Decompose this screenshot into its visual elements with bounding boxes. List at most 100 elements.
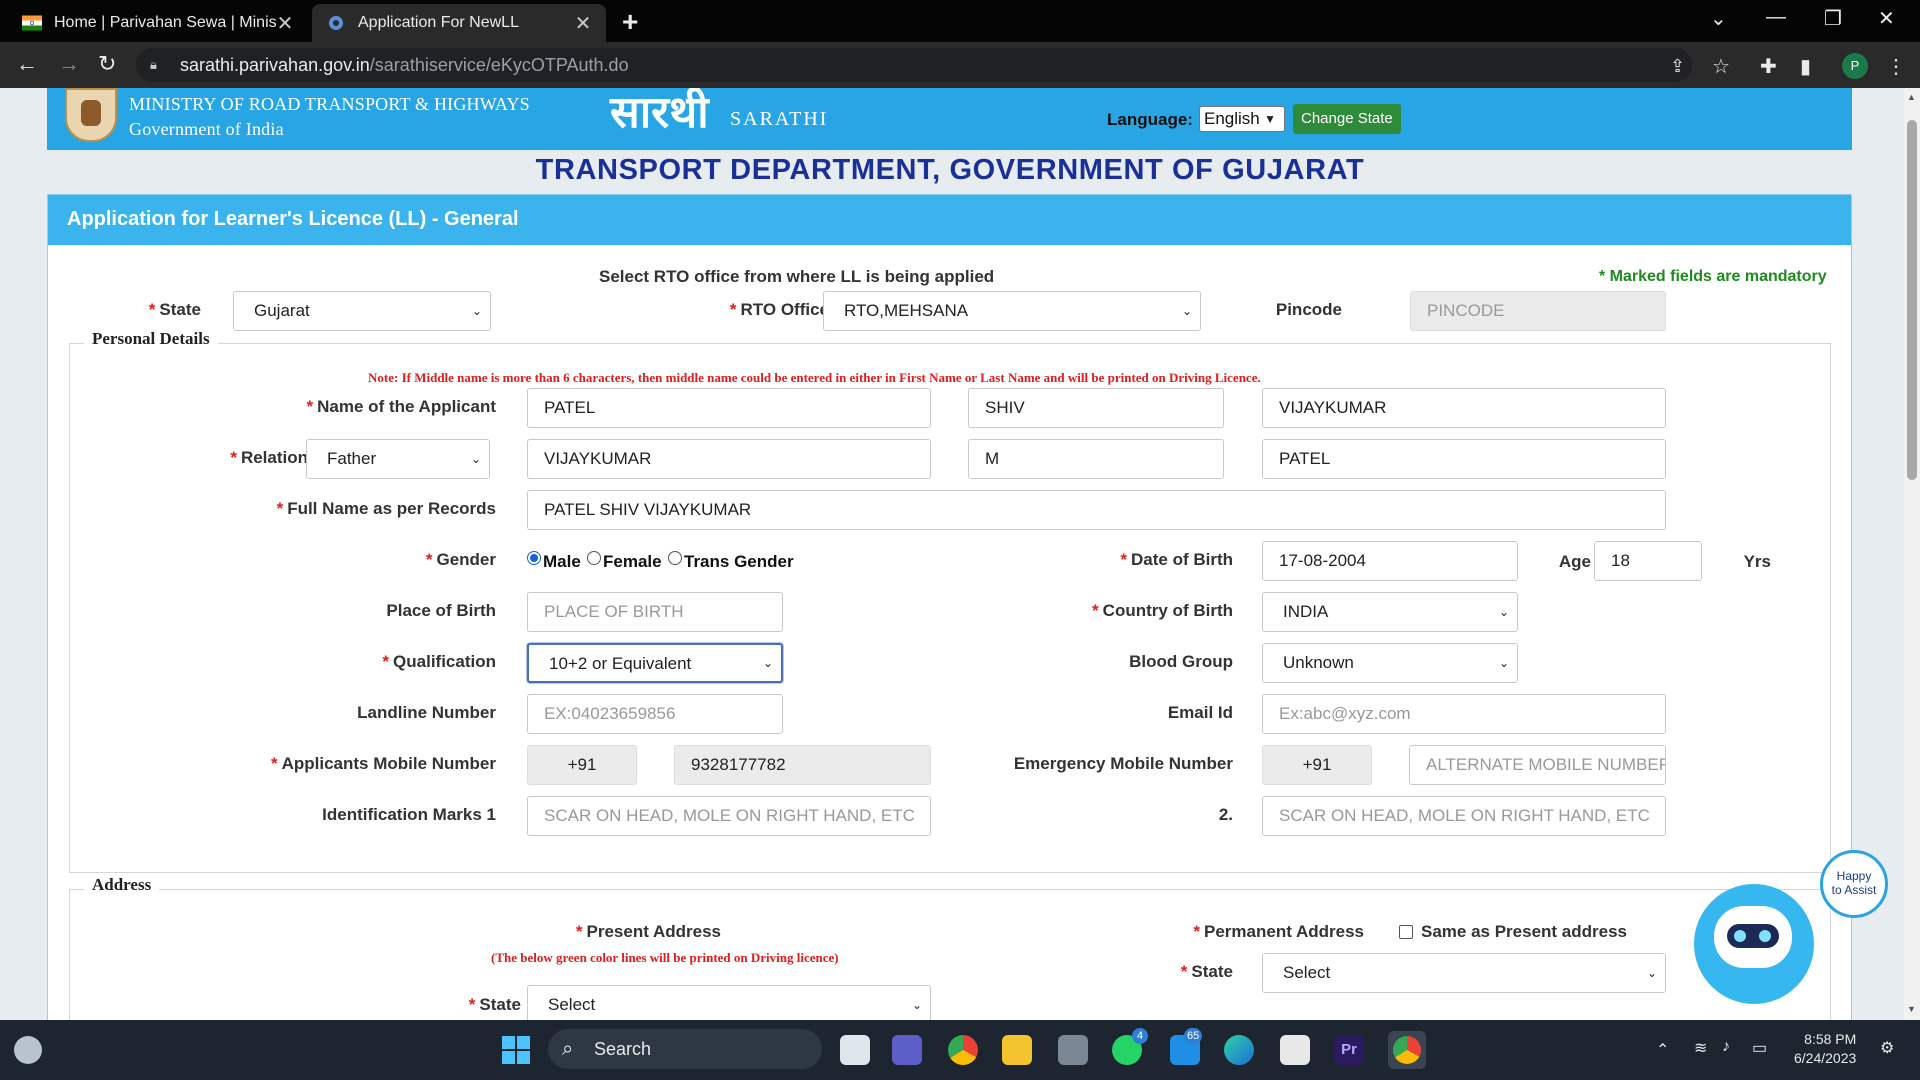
premiere-pro-icon[interactable]: Pr bbox=[1334, 1035, 1364, 1065]
gender-male-label: Male bbox=[543, 552, 581, 571]
pincode-input[interactable]: PINCODE bbox=[1410, 291, 1666, 331]
gender-female-radio[interactable] bbox=[587, 551, 601, 565]
emergency-country-code: +91 bbox=[1262, 745, 1372, 785]
pincode-label: Pincode bbox=[1275, 300, 1342, 319]
forward-icon[interactable]: → bbox=[58, 51, 80, 77]
page-scrollbar[interactable]: ▲ ▼ bbox=[1904, 88, 1920, 1020]
relation-label: * Relation bbox=[230, 448, 308, 467]
full-name-input[interactable]: PATEL SHIV VIJAYKUMAR bbox=[527, 490, 1666, 530]
url-host: sarathi.parivahan.gov.in bbox=[180, 54, 370, 75]
bubble-line-1: Happy bbox=[1836, 869, 1872, 883]
age-input[interactable]: 18 bbox=[1594, 541, 1702, 581]
tab-search-chevron-icon[interactable]: ⌄ bbox=[1710, 6, 1727, 31]
permanent-state-select[interactable]: Select ⌄ bbox=[1262, 953, 1666, 993]
scroll-thumb[interactable] bbox=[1907, 120, 1917, 480]
windows-start-icon[interactable] bbox=[500, 1034, 532, 1066]
country-of-birth-select[interactable]: INDIA ⌄ bbox=[1262, 592, 1518, 632]
gender-trans-radio[interactable] bbox=[668, 551, 682, 565]
change-state-button[interactable]: Change State bbox=[1293, 104, 1401, 134]
side-panel-icon[interactable]: ▮ bbox=[1800, 54, 1811, 79]
email-input[interactable]: Ex:abc@xyz.com bbox=[1262, 694, 1666, 734]
wifi-icon[interactable]: ≋ bbox=[1694, 1038, 1707, 1058]
profile-avatar[interactable]: P bbox=[1842, 53, 1868, 79]
language-select[interactable]: English ▼ bbox=[1199, 106, 1285, 132]
identification-mark-2-input[interactable]: SCAR ON HEAD, MOLE ON RIGHT HAND, ETC bbox=[1262, 796, 1666, 836]
state-select[interactable]: Gujarat ⌄ bbox=[233, 291, 491, 331]
dob-input[interactable]: 17-08-2004 bbox=[1262, 541, 1518, 581]
reload-icon[interactable]: ↻ bbox=[98, 51, 116, 77]
mobile-number-input[interactable]: 9328177782 bbox=[674, 745, 931, 785]
address-legend: Address bbox=[84, 875, 160, 895]
microsoft-store-icon[interactable] bbox=[1280, 1035, 1310, 1065]
language-label: Language: bbox=[1107, 110, 1193, 129]
notification-icon[interactable]: ⚙ bbox=[1880, 1038, 1894, 1058]
landline-input[interactable]: EX:04023659856 bbox=[527, 694, 783, 734]
rto-office-select[interactable]: RTO,MEHSANA ⌄ bbox=[823, 291, 1201, 331]
emergency-mobile-input[interactable]: ALTERNATE MOBILE NUMBER bbox=[1409, 745, 1666, 785]
show-hidden-icons-chevron-icon[interactable]: ⌃ bbox=[1656, 1040, 1669, 1060]
ministry-name: MINISTRY OF ROAD TRANSPORT & HIGHWAYS bbox=[129, 94, 530, 114]
relation-select[interactable]: Father ⌄ bbox=[306, 439, 490, 479]
close-tab-icon[interactable]: ✕ bbox=[276, 11, 294, 36]
same-as-present-checkbox[interactable] bbox=[1399, 925, 1413, 939]
permanent-state-label: * State bbox=[1180, 962, 1233, 981]
volume-icon[interactable]: ♪ bbox=[1722, 1038, 1730, 1056]
happy-to-assist-bubble[interactable]: Happy to Assist bbox=[1820, 850, 1888, 918]
lock-icon[interactable]: 🔒︎ bbox=[150, 57, 166, 73]
national-emblem-logo bbox=[65, 88, 117, 142]
relation-first-name-input[interactable]: VIJAYKUMAR bbox=[527, 439, 931, 479]
chrome-icon[interactable] bbox=[948, 1035, 978, 1065]
taskbar-search[interactable]: ⌕ Search bbox=[548, 1029, 822, 1069]
task-view-icon[interactable] bbox=[840, 1035, 870, 1065]
system-clock[interactable]: 8:58 PM 6/24/2023 bbox=[1794, 1030, 1856, 1068]
sarathi-wordmark: SARATHI bbox=[730, 108, 829, 130]
close-tab-icon[interactable]: ✕ bbox=[574, 11, 592, 36]
first-name-input[interactable]: PATEL bbox=[527, 388, 931, 428]
middle-name-input[interactable]: SHIV bbox=[968, 388, 1224, 428]
place-of-birth-input[interactable]: PLACE OF BIRTH bbox=[527, 592, 783, 632]
gender-male-radio[interactable] bbox=[527, 551, 541, 565]
relation-last-name-input[interactable]: PATEL bbox=[1262, 439, 1666, 479]
back-icon[interactable]: ← bbox=[16, 51, 38, 77]
whatsapp-badge: 4 bbox=[1132, 1028, 1148, 1044]
bot-eyes bbox=[1727, 924, 1779, 948]
gender-label: * Gender bbox=[425, 550, 496, 569]
qualification-select[interactable]: 10+2 or Equivalent ⌄ bbox=[527, 643, 783, 683]
middle-name-note: Note: If Middle name is more than 6 char… bbox=[368, 370, 1261, 385]
teams-chat-icon[interactable] bbox=[892, 1035, 922, 1065]
tab-application-newll[interactable]: Application For NewLL ✕ bbox=[312, 4, 606, 42]
new-tab-icon[interactable]: + bbox=[622, 6, 638, 38]
tab-title: Home | Parivahan Sewa | Ministry of Road… bbox=[54, 14, 276, 31]
tab-parivahan-home[interactable]: Home | Parivahan Sewa | Ministry of Road… bbox=[8, 4, 308, 42]
extensions-icon[interactable]: ✚ bbox=[1760, 54, 1777, 79]
edge-icon[interactable] bbox=[1224, 1035, 1254, 1065]
full-name-label: * Full Name as per Records bbox=[276, 499, 496, 518]
blood-group-select[interactable]: Unknown ⌄ bbox=[1262, 643, 1518, 683]
taskbar-search-label: Search bbox=[594, 1039, 652, 1059]
last-name-input[interactable]: VIJAYKUMAR bbox=[1262, 388, 1666, 428]
ll-application-form: Application for Learner's Licence (LL) -… bbox=[47, 194, 1852, 1020]
close-window-icon[interactable]: ✕ bbox=[1878, 6, 1895, 31]
share-icon[interactable]: ⇪ bbox=[1670, 56, 1685, 77]
present-state-label: * State bbox=[468, 995, 521, 1014]
gender-trans-label: Trans Gender bbox=[684, 552, 794, 571]
restore-icon[interactable]: ❐ bbox=[1824, 6, 1842, 31]
weather-icon[interactable] bbox=[14, 1036, 42, 1064]
file-explorer-icon[interactable] bbox=[1002, 1035, 1032, 1065]
scroll-down-icon[interactable]: ▼ bbox=[1907, 1004, 1916, 1014]
chrome-profile-active-icon[interactable] bbox=[1388, 1031, 1426, 1069]
address-bar[interactable]: 🔒︎ sarathi.parivahan.gov.in/sarathiservi… bbox=[136, 48, 1692, 82]
parivahan-icon bbox=[329, 16, 343, 30]
battery-icon[interactable]: ▭ bbox=[1752, 1038, 1767, 1058]
assistant-bot-avatar[interactable] bbox=[1694, 884, 1814, 1004]
scroll-up-icon[interactable]: ▲ bbox=[1907, 92, 1916, 102]
settings-icon[interactable] bbox=[1058, 1035, 1088, 1065]
relation-middle-name-input[interactable]: M bbox=[968, 439, 1224, 479]
minimize-icon[interactable]: — bbox=[1766, 6, 1786, 29]
identification-mark-1-input[interactable]: SCAR ON HEAD, MOLE ON RIGHT HAND, ETC bbox=[527, 796, 931, 836]
menu-icon[interactable]: ⋮ bbox=[1886, 54, 1906, 79]
bookmark-star-icon[interactable]: ☆ bbox=[1712, 54, 1730, 79]
clock-date: 6/24/2023 bbox=[1794, 1050, 1857, 1066]
present-state-select[interactable]: Select ⌄ bbox=[527, 985, 931, 1020]
dob-label: * Date of Birth bbox=[1120, 550, 1233, 569]
